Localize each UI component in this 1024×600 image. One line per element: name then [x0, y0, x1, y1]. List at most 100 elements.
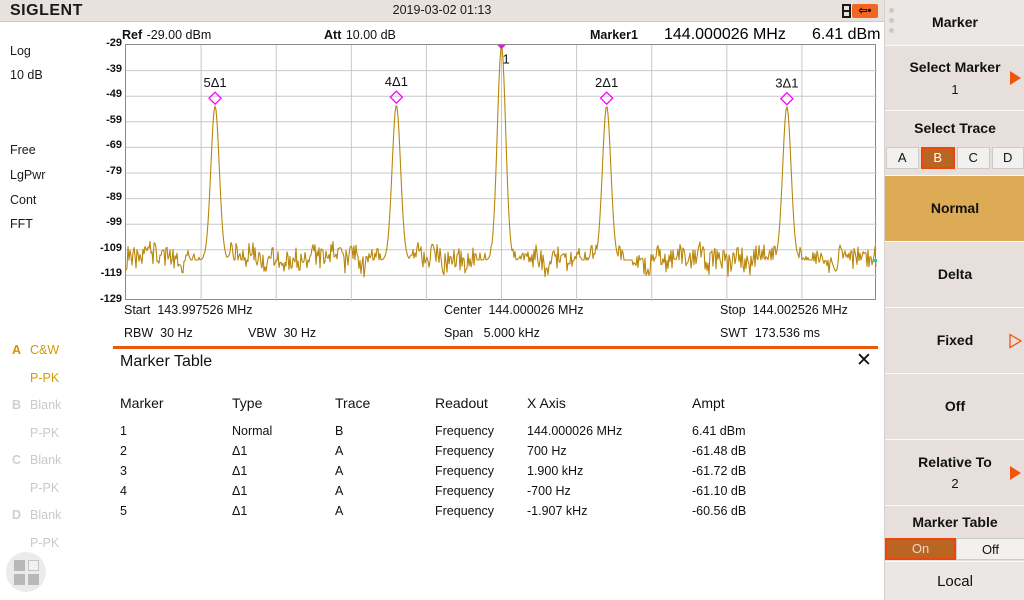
scale-div-label: 10 dB: [10, 68, 43, 82]
trace-c-id: C: [12, 453, 21, 467]
table-cell: -60.56 dB: [692, 501, 820, 521]
trace-option-d[interactable]: D: [992, 147, 1024, 169]
table-cell: 144.000026 MHz: [527, 421, 692, 441]
softkey-marker-table[interactable]: Marker Table On Off: [885, 506, 1024, 562]
table-cell: -700 Hz: [527, 481, 692, 501]
softkey-off[interactable]: Off: [885, 374, 1024, 440]
y-axis-tick: -79: [88, 165, 122, 177]
marker-table-off[interactable]: Off: [956, 538, 1024, 560]
ref-mode-label: Free: [10, 143, 36, 157]
marker-label: 3Δ1: [775, 76, 798, 91]
y-axis-tick: -39: [88, 63, 122, 75]
trace-c-state: Blank: [30, 453, 61, 467]
y-axis-tick: -129: [88, 293, 122, 305]
y-axis: -29-39-49-59-69-79-89-99-109-119-129: [88, 38, 124, 308]
vbw-value[interactable]: VBW 30 Hz: [248, 326, 316, 340]
trace-d-detector: P-PK: [30, 536, 59, 550]
marker-readout-ampt: 6.41 dBm: [812, 26, 880, 44]
table-row[interactable]: 1NormalBFrequency144.000026 MHz6.41 dBm: [120, 421, 820, 441]
trace-c-detector: P-PK: [30, 481, 59, 495]
marker-diamond-icon[interactable]: [209, 92, 221, 104]
table-row[interactable]: 3Δ1AFrequency1.900 kHz-61.72 dB: [120, 461, 820, 481]
column-header-ampt: Ampt: [692, 393, 820, 421]
datetime-display: 2019-03-02 01:13: [0, 3, 884, 17]
marker-table-on[interactable]: On: [885, 538, 956, 560]
spectrum-plot[interactable]: 5Δ14Δ112Δ13Δ1: [125, 44, 876, 300]
apps-grid-icon[interactable]: [6, 552, 46, 592]
table-cell: Δ1: [232, 461, 335, 481]
close-icon[interactable]: ✕: [853, 351, 875, 373]
table-cell: 1: [120, 421, 232, 441]
trace-d-id: D: [12, 508, 21, 522]
trace-a-state: C&W: [30, 343, 59, 357]
span-value[interactable]: Span 5.000 kHz: [444, 326, 540, 340]
table-cell: Frequency: [435, 461, 527, 481]
marker-table-toggle: On Off: [885, 538, 1024, 560]
y-axis-tick: -99: [88, 216, 122, 228]
chevron-right-icon: [1010, 466, 1021, 480]
table-row[interactable]: 2Δ1AFrequency700 Hz-61.48 dB: [120, 441, 820, 461]
menu-dots-icon: [889, 8, 894, 38]
storage-icon: [842, 4, 851, 18]
softkey-normal[interactable]: Normal: [885, 176, 1024, 242]
parameter-row-1: Start 143.997526 MHz Center 144.000026 M…: [118, 303, 878, 322]
column-header-xaxis: X Axis: [527, 393, 692, 421]
parameter-row-2: RBW 30 Hz VBW 30 Hz Span 5.000 kHz SWT 1…: [118, 326, 878, 345]
table-cell: -61.10 dB: [692, 481, 820, 501]
marker-diamond-icon[interactable]: [495, 45, 509, 48]
marker-readout-label: Marker1: [590, 26, 638, 44]
trace-option-a[interactable]: A: [886, 147, 919, 169]
rbw-value[interactable]: RBW 30 Hz: [124, 326, 193, 340]
parameter-bar: Start 143.997526 MHz Center 144.000026 M…: [118, 303, 878, 345]
table-cell: 700 Hz: [527, 441, 692, 461]
y-axis-tick: -89: [88, 191, 122, 203]
table-row[interactable]: 5Δ1AFrequency-1.907 kHz-60.56 dB: [120, 501, 820, 521]
table-cell: Δ1: [232, 481, 335, 501]
start-freq[interactable]: Start 143.997526 MHz: [124, 303, 253, 317]
marker-label: 4Δ1: [385, 74, 408, 89]
center-freq[interactable]: Center 144.000026 MHz: [444, 303, 584, 317]
section-divider: [113, 346, 878, 349]
trace-option-c[interactable]: C: [957, 147, 990, 169]
marker-diamond-icon[interactable]: [781, 93, 793, 105]
marker-label: 1: [503, 51, 510, 66]
swt-value[interactable]: SWT 173.536 ms: [720, 326, 820, 340]
table-cell: Frequency: [435, 421, 527, 441]
table-cell: Frequency: [435, 441, 527, 461]
column-header-marker: Marker: [120, 393, 232, 421]
softkey-panel: Marker Select Marker 1 Select Trace A B …: [884, 0, 1024, 600]
table-cell: Δ1: [232, 501, 335, 521]
table-cell: -61.72 dB: [692, 461, 820, 481]
table-cell: -1.907 kHz: [527, 501, 692, 521]
table-cell: B: [335, 421, 435, 441]
table-cell: -61.48 dB: [692, 441, 820, 461]
trace-reference-tick: [873, 259, 877, 262]
scale-type-label: Log: [10, 44, 31, 58]
softkey-relative-to[interactable]: Relative To 2: [885, 440, 1024, 506]
detector-label: LgPwr: [10, 168, 45, 182]
trace-option-b[interactable]: B: [921, 147, 956, 169]
graph-header-row: Ref -29.00 dBm Att 10.00 dB Marker1 144.…: [112, 26, 878, 44]
marker-label: 5Δ1: [203, 75, 226, 90]
marker-diamond-icon[interactable]: [601, 92, 613, 104]
softkey-select-trace[interactable]: Select Trace A B C D: [885, 111, 1024, 176]
grid-lines: [126, 45, 877, 301]
table-cell: Normal: [232, 421, 335, 441]
softkey-delta[interactable]: Delta: [885, 242, 1024, 308]
softkey-fixed[interactable]: Fixed: [885, 308, 1024, 374]
softkey-select-marker[interactable]: Select Marker 1: [885, 46, 1024, 111]
table-cell: A: [335, 481, 435, 501]
marker-diamond-icon[interactable]: [390, 91, 402, 103]
table-cell: A: [335, 441, 435, 461]
title-bar: SIGLENT 2019-03-02 01:13 ⇦•: [0, 0, 884, 22]
marker-table: Marker Type Trace Readout X Axis Ampt 1N…: [120, 393, 880, 521]
chevron-right-icon: [1010, 71, 1021, 85]
table-row[interactable]: 4Δ1AFrequency-700 Hz-61.10 dB: [120, 481, 820, 501]
table-cell: 5: [120, 501, 232, 521]
column-header-trace: Trace: [335, 393, 435, 421]
table-cell: 2: [120, 441, 232, 461]
ref-label: Ref -29.00 dBm: [122, 26, 211, 44]
stop-freq[interactable]: Stop 144.002526 MHz: [720, 303, 848, 317]
softkey-local[interactable]: Local: [885, 562, 1024, 600]
marker-table-title: Marker Table: [120, 353, 212, 371]
